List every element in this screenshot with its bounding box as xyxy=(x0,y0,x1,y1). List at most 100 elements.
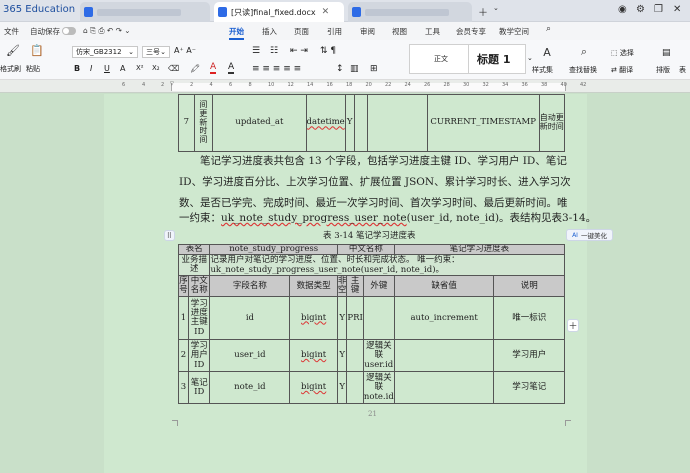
style-set-icon[interactable]: A xyxy=(534,44,560,60)
tab-document-active[interactable]: [只读]final_fixed.docx ✕ xyxy=(214,2,344,22)
tab-page[interactable]: 页面 xyxy=(294,26,309,37)
more-label[interactable]: 表 xyxy=(679,65,686,75)
tab-insert[interactable]: 插入 xyxy=(262,26,277,37)
row-cn: 学习 进度 主键 ID xyxy=(187,296,211,341)
italic-icon[interactable]: I xyxy=(90,64,92,73)
font-color-icon[interactable]: A xyxy=(210,63,217,74)
row-note: 学习笔记 xyxy=(493,371,565,405)
margin-mark xyxy=(565,420,571,426)
account-icon[interactable]: ◉ xyxy=(618,4,627,15)
tab-document-3[interactable] xyxy=(348,2,472,22)
ai-beautify-button[interactable]: AI 一键美化 xyxy=(566,229,613,241)
row-fk xyxy=(367,94,428,152)
quick-access-icons[interactable]: ⌂ ⎘ ⎙ ↶ ↷ ⌄ xyxy=(83,26,131,36)
shading-icon[interactable]: ▥ xyxy=(350,64,359,74)
paragraph-line-1[interactable]: 笔记学习进度表共包含 13 个字段，包括学习进度主键 ID、学习用户 ID、笔记 xyxy=(200,151,567,172)
tab-references[interactable]: 引用 xyxy=(327,26,342,37)
font-name-value: 仿宋_GB2312 xyxy=(76,48,122,56)
format-painter-label[interactable]: 格式刷 xyxy=(0,64,21,74)
close-tab-icon[interactable]: ✕ xyxy=(322,7,330,17)
line-spacing-icon[interactable]: ↕ xyxy=(336,64,344,74)
header-type: 数据类型 xyxy=(289,275,338,298)
new-tab-icon[interactable]: ＋ xyxy=(478,4,488,19)
style-set-label[interactable]: 样式集 xyxy=(532,65,553,75)
find-icon[interactable]: ⌕ xyxy=(573,44,595,60)
ruler[interactable]: 6 4 2 2 4 6 8 10 12 14 16 18 20 22 24 26 28 30 32 34 36 38… xyxy=(0,80,690,93)
style-gallery-scroll-icon[interactable]: ⌄ xyxy=(527,54,533,62)
strikethrough-icon[interactable]: A xyxy=(120,64,125,73)
table-move-handle-icon[interactable]: ⠿ xyxy=(164,230,175,241)
ruler-number: 40 xyxy=(560,82,567,88)
row-default xyxy=(393,371,495,405)
ruler-number: 32 xyxy=(482,82,489,88)
close-window-icon[interactable]: ✕ xyxy=(673,4,681,15)
document-area[interactable]: 7 间 更 新 时 间 updated_at datetime Y CURREN… xyxy=(0,94,690,473)
tab-view[interactable]: 视图 xyxy=(392,26,407,37)
paragraph-line-4[interactable]: 一约束：uk_note_study_progress_user_note(use… xyxy=(179,208,596,229)
paragraph-line-2[interactable]: ID、学习进度百分比、上次学习位置、扩展位置 JSON、累计学习时长、进入学习次 xyxy=(179,172,571,193)
tab-home[interactable]: 开始 xyxy=(229,26,244,37)
tab-tools[interactable]: 工具 xyxy=(425,26,440,37)
clear-format-icon[interactable]: ⌫ xyxy=(168,64,179,73)
indent-icons[interactable]: ⇤ ⇥ xyxy=(290,46,308,56)
settings-icon[interactable]: ⚙ xyxy=(636,4,645,15)
autosave-toggle[interactable] xyxy=(62,27,76,35)
font-grow-shrink-icons[interactable]: A⁺ A⁻ xyxy=(174,46,196,55)
ruler-number: 26 xyxy=(424,82,431,88)
header-pk: 主 键 xyxy=(346,275,364,298)
row-default: CURRENT_TIMESTAMP xyxy=(426,94,540,152)
tab-member[interactable]: 会员专享 xyxy=(456,26,486,37)
style-heading1[interactable]: 标题 1 xyxy=(468,44,526,74)
bold-icon[interactable]: B xyxy=(74,64,80,73)
layout-label[interactable]: 排版 xyxy=(656,65,670,75)
indent-marker-icon[interactable]: ▽ xyxy=(170,81,174,87)
file-menu[interactable]: 文件 xyxy=(4,26,19,37)
superscript-icon[interactable]: X² xyxy=(136,64,144,72)
tab-list-icon[interactable]: ⌄ xyxy=(493,4,499,12)
bullets-icon[interactable]: ☰ xyxy=(252,46,260,56)
row-type: bigint xyxy=(289,371,338,405)
restore-window-icon[interactable]: ❐ xyxy=(654,4,663,15)
row-nn: Y xyxy=(336,339,348,373)
ruler-number: 34 xyxy=(502,82,509,88)
table-header-row: 序 号 中文 名称 字段名称 数据类型 非 空 主 键 外键 缺省值 说明 xyxy=(178,275,565,298)
font-size-select[interactable]: 三号 ⌄ xyxy=(142,46,170,58)
ruler-number: 18 xyxy=(346,82,353,88)
translate-label: 翻译 xyxy=(619,66,634,74)
paste-label[interactable]: 粘贴 xyxy=(26,64,40,74)
tab-document-1[interactable] xyxy=(80,2,210,22)
row-index: 3 xyxy=(178,371,189,405)
find-replace-label[interactable]: 查找替换 xyxy=(569,65,597,75)
translate-button[interactable]: ⇄ 翻译 xyxy=(611,65,633,75)
cn-name-label: 中文名称 xyxy=(336,243,395,256)
tab-title: [只读]final_fixed.docx xyxy=(231,7,316,17)
add-column-icon[interactable]: ＋ xyxy=(567,319,579,332)
page[interactable]: 7 间 更 新 时 间 updated_at datetime Y CURREN… xyxy=(104,94,596,473)
select-button[interactable]: ⬚ 选择 xyxy=(611,48,634,58)
font-name-select[interactable]: 仿宋_GB2312 ⌄ xyxy=(72,46,138,58)
ai-beautify-label: 一键美化 xyxy=(580,232,607,240)
subscript-icon[interactable]: X₂ xyxy=(152,64,160,72)
row-index: 1 xyxy=(178,296,189,341)
underline-icon[interactable]: U xyxy=(104,64,110,73)
tab-review[interactable]: 审阅 xyxy=(360,26,375,37)
align-icons[interactable]: ≡ ≡ ≡ ≡ ≡ xyxy=(252,64,301,74)
paste-icon[interactable]: 📋 xyxy=(28,42,46,58)
table-row: 1 学习 进度 主键 ID id bigint Y PRI auto_incre… xyxy=(178,296,565,341)
format-painter-icon[interactable]: 🖌 xyxy=(4,42,22,58)
search-icon[interactable]: ⌕ xyxy=(546,24,551,34)
sort-icons[interactable]: ⇅ ¶ xyxy=(320,46,336,56)
header-cn: 中文 名称 xyxy=(187,275,211,298)
ruler-number: 20 xyxy=(365,82,372,88)
header-fk: 外键 xyxy=(362,275,395,298)
tab-teaching[interactable]: 教学空间 xyxy=(499,26,529,37)
layout-icon[interactable]: ▤ xyxy=(662,48,671,58)
highlight-icon[interactable]: 🖍 xyxy=(190,64,200,73)
numbering-icon[interactable]: ☷ xyxy=(270,46,278,56)
table-caption[interactable]: 表 3-14 笔记学习进度表 xyxy=(323,227,416,245)
row-pk xyxy=(346,339,364,373)
table-3-14[interactable]: 表名 note_study_progress 中文名称 笔记学习进度表 业务描 … xyxy=(177,243,566,405)
char-shading-icon[interactable]: A xyxy=(228,63,235,74)
style-normal[interactable]: 正文 xyxy=(409,44,473,74)
border-icon[interactable]: ⊞ xyxy=(370,64,378,74)
